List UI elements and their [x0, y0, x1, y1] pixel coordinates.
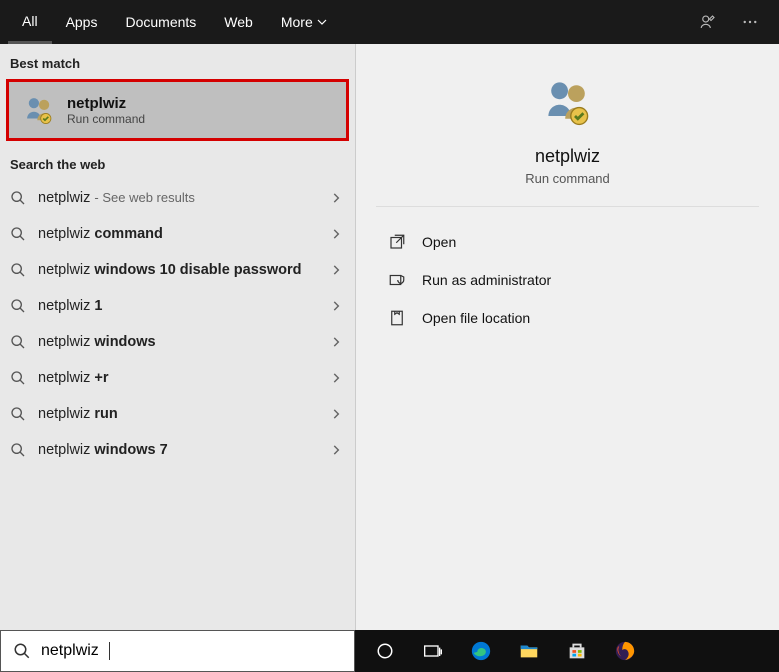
- search-web-header: Search the web: [0, 145, 355, 180]
- search-icon: [10, 190, 26, 206]
- chevron-down-icon: [317, 17, 327, 27]
- detail-panel: netplwiz Run command Open Run as adminis…: [355, 44, 779, 630]
- web-result-text: netplwiz windows 10 disable password: [38, 262, 317, 278]
- action-run-admin[interactable]: Run as administrator: [366, 261, 769, 299]
- tab-web[interactable]: Web: [210, 0, 267, 44]
- action-admin-label: Run as administrator: [422, 272, 551, 288]
- chevron-right-icon: [329, 227, 343, 241]
- web-result[interactable]: netplwiz command: [0, 216, 355, 252]
- results-panel: Best match netplwiz Run command Search t…: [0, 44, 355, 630]
- taskbar: [355, 630, 779, 672]
- web-result-text: netplwiz windows 7: [38, 442, 317, 458]
- web-result[interactable]: netplwiz run: [0, 396, 355, 432]
- taskbar-firefox[interactable]: [601, 630, 649, 672]
- web-result[interactable]: netplwiz- See web results: [0, 180, 355, 216]
- tab-all[interactable]: All: [8, 0, 52, 44]
- scope-tabs: All Apps Documents Web More: [0, 0, 779, 44]
- web-result[interactable]: netplwiz windows 7: [0, 432, 355, 468]
- taskbar-explorer[interactable]: [505, 630, 553, 672]
- search-input-text: netplwiz: [41, 642, 99, 660]
- detail-title: netplwiz: [376, 146, 759, 167]
- web-result-text: netplwiz windows: [38, 334, 317, 350]
- action-location-label: Open file location: [422, 310, 530, 326]
- search-box[interactable]: netplwiz: [0, 630, 355, 672]
- taskbar-store[interactable]: [553, 630, 601, 672]
- chevron-right-icon: [329, 263, 343, 277]
- edge-icon: [470, 640, 492, 662]
- tab-more[interactable]: More: [267, 0, 341, 44]
- chevron-right-icon: [329, 443, 343, 457]
- action-open-label: Open: [422, 234, 456, 250]
- firefox-icon: [614, 640, 636, 662]
- chevron-right-icon: [329, 335, 343, 349]
- web-result[interactable]: netplwiz windows 10 disable password: [0, 252, 355, 288]
- web-result-text: netplwiz- See web results: [38, 190, 317, 206]
- web-result[interactable]: netplwiz windows: [0, 324, 355, 360]
- shield-admin-icon: [388, 271, 406, 289]
- more-options-icon[interactable]: [741, 13, 759, 31]
- detail-subtitle: Run command: [376, 171, 759, 186]
- feedback-icon[interactable]: [699, 13, 717, 31]
- web-result-text: netplwiz run: [38, 406, 317, 422]
- users-icon: [21, 92, 57, 128]
- open-icon: [388, 233, 406, 251]
- search-icon: [10, 298, 26, 314]
- best-match-header: Best match: [0, 44, 355, 79]
- best-match-subtitle: Run command: [67, 112, 145, 126]
- tab-more-label: More: [281, 14, 313, 30]
- search-icon: [10, 334, 26, 350]
- chevron-right-icon: [329, 191, 343, 205]
- taskbar-taskview[interactable]: [409, 630, 457, 672]
- web-result-text: netplwiz +r: [38, 370, 317, 386]
- search-icon: [10, 370, 26, 386]
- folder-location-icon: [388, 309, 406, 327]
- search-icon: [10, 226, 26, 242]
- best-match-title: netplwiz: [67, 95, 145, 112]
- taskbar-cortana[interactable]: [361, 630, 409, 672]
- users-icon: [540, 74, 596, 130]
- text-cursor: [109, 642, 110, 660]
- search-icon: [10, 406, 26, 422]
- search-icon: [10, 262, 26, 278]
- taskbar-edge[interactable]: [457, 630, 505, 672]
- chevron-right-icon: [329, 371, 343, 385]
- search-icon: [13, 642, 31, 660]
- web-result-text: netplwiz 1: [38, 298, 317, 314]
- action-open[interactable]: Open: [366, 223, 769, 261]
- chevron-right-icon: [329, 299, 343, 313]
- search-icon: [10, 442, 26, 458]
- cortana-icon: [376, 642, 394, 660]
- file-explorer-icon: [518, 640, 540, 662]
- best-match-result[interactable]: netplwiz Run command: [6, 79, 349, 141]
- store-icon: [566, 640, 588, 662]
- web-result[interactable]: netplwiz +r: [0, 360, 355, 396]
- action-open-location[interactable]: Open file location: [366, 299, 769, 337]
- task-view-icon: [423, 641, 443, 661]
- chevron-right-icon: [329, 407, 343, 421]
- tab-documents[interactable]: Documents: [111, 0, 210, 44]
- web-result-text: netplwiz command: [38, 226, 317, 242]
- tab-apps[interactable]: Apps: [52, 0, 112, 44]
- web-result[interactable]: netplwiz 1: [0, 288, 355, 324]
